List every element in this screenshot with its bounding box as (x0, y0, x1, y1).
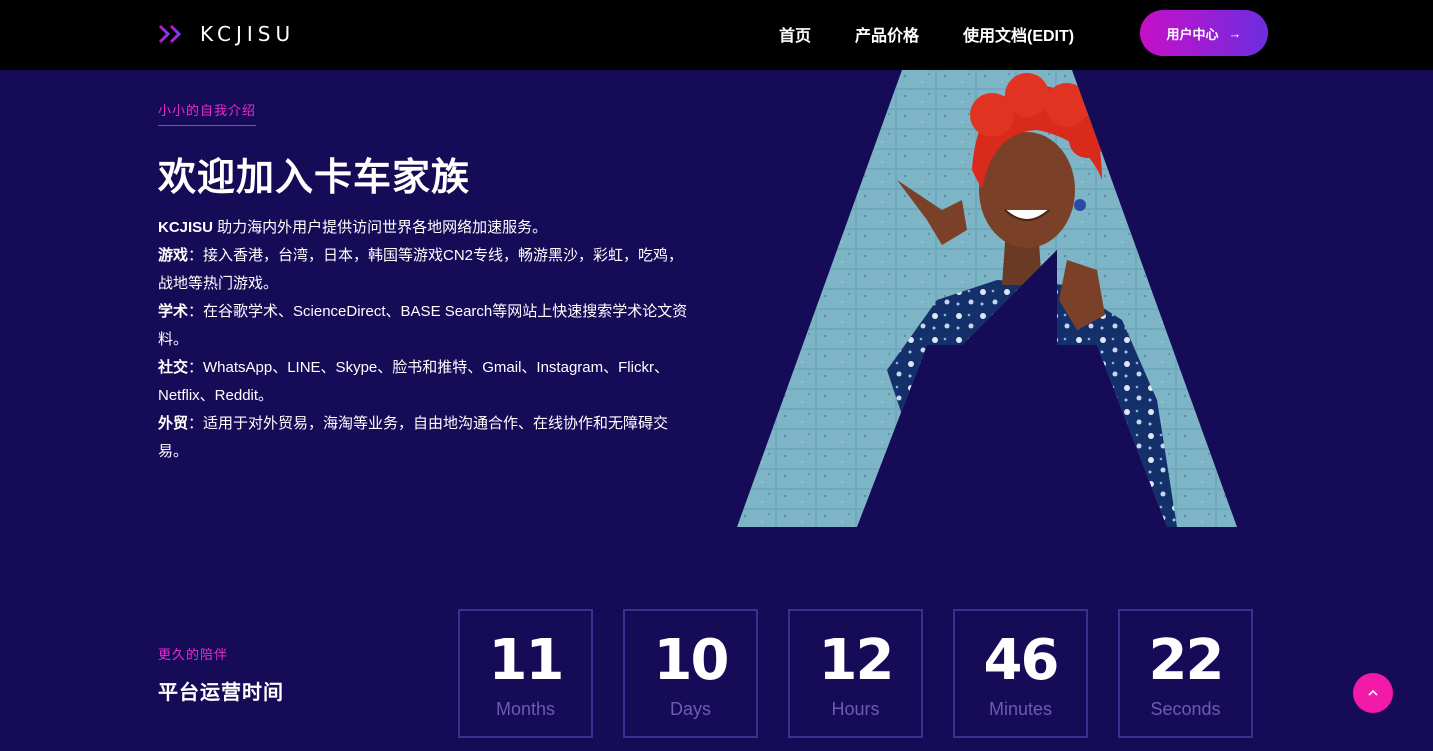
logo-text: KCJISU (200, 22, 296, 46)
intro-item-games: 游戏：接入香港，台湾，日本，韩国等游戏CN2专线，畅游黑沙，彩虹，吃鸡，战地等热… (158, 242, 693, 298)
counter-unit: Minutes (988, 699, 1053, 719)
intro-item-label: 学术 (158, 303, 189, 320)
intro-item-text: ：适用于对外贸易，海淘等业务，自由地沟通合作、在线协作和无障碍交易。 (158, 415, 669, 460)
counter-value: 22 (1148, 628, 1225, 693)
counter-days: 10 Days (623, 609, 758, 738)
arrow-right-icon: → (1228, 25, 1242, 41)
intro-item-text: ：WhatsApp、LINE、Skype、脸书和推特、Gmail、Instagr… (158, 359, 669, 404)
counter-value: 10 (653, 628, 730, 693)
intro-item-trade: 外贸：适用于对外贸易，海淘等业务，自由地沟通合作、在线协作和无障碍交易。 (158, 410, 693, 466)
intro-item-academic: 学术：在谷歌学术、ScienceDirect、BASE Search等网站上快速… (158, 298, 693, 354)
intro-item-label: 游戏 (158, 247, 189, 264)
intro-item-label: 外贸 (158, 415, 189, 432)
counter-seconds: 22 Seconds (1118, 609, 1253, 738)
intro-item-social: 社交：WhatsApp、LINE、Skype、脸书和推特、Gmail、Insta… (158, 354, 693, 410)
uptime-title: 平台运营时间 (158, 682, 284, 704)
back-to-top-button[interactable] (1353, 673, 1393, 713)
counter-months: 11 Months (458, 609, 593, 738)
user-center-button[interactable]: 用户中心 → (1140, 10, 1268, 56)
intro-item-text: ：接入香港，台湾，日本，韩国等游戏CN2专线，畅游黑沙，彩虹，吃鸡，战地等热门游… (158, 247, 684, 292)
hero-letter-a-image (737, 70, 1237, 527)
top-header: KCJISU 首页 产品价格 使用文档(EDIT) 用户中心 → (0, 0, 1433, 70)
intro-title: 欢迎加入卡车家族 (158, 157, 471, 199)
nav-docs[interactable]: 使用文档(EDIT) (963, 22, 1074, 45)
nav-home[interactable]: 首页 (779, 22, 811, 45)
counter-unit: Seconds (1150, 699, 1221, 719)
intro-brand: KCJISU (158, 219, 214, 236)
counter-hours: 12 Hours (788, 609, 923, 738)
intro-item-label: 社交 (158, 359, 189, 376)
counter-unit: Days (669, 699, 711, 719)
uptime-tag: 更久的陪伴 (158, 647, 229, 662)
double-chevron-icon (158, 24, 182, 44)
counter-unit: Hours (831, 699, 880, 719)
intro-lead-text: 助力海内外用户提供访问世界各地网络加速服务。 (213, 219, 548, 236)
intro-item-text: ：在谷歌学术、ScienceDirect、BASE Search等网站上快速搜索… (158, 303, 688, 348)
intro-body: KCJISU 助力海内外用户提供访问世界各地网络加速服务。 游戏：接入香港，台湾… (158, 214, 693, 466)
counter-value: 46 (983, 628, 1060, 693)
chevron-up-icon (1368, 689, 1378, 696)
intro-lead: KCJISU 助力海内外用户提供访问世界各地网络加速服务。 (158, 214, 693, 242)
user-center-label: 用户中心 (1166, 26, 1219, 42)
counter-value: 12 (818, 628, 895, 693)
intro-tag: 小小的自我介绍 (158, 100, 257, 126)
nav-pricing[interactable]: 产品价格 (855, 22, 919, 45)
counter-value: 11 (488, 628, 565, 693)
logo[interactable]: KCJISU (158, 22, 295, 46)
counter-unit: Months (495, 699, 556, 719)
counter-minutes: 46 Minutes (953, 609, 1088, 738)
